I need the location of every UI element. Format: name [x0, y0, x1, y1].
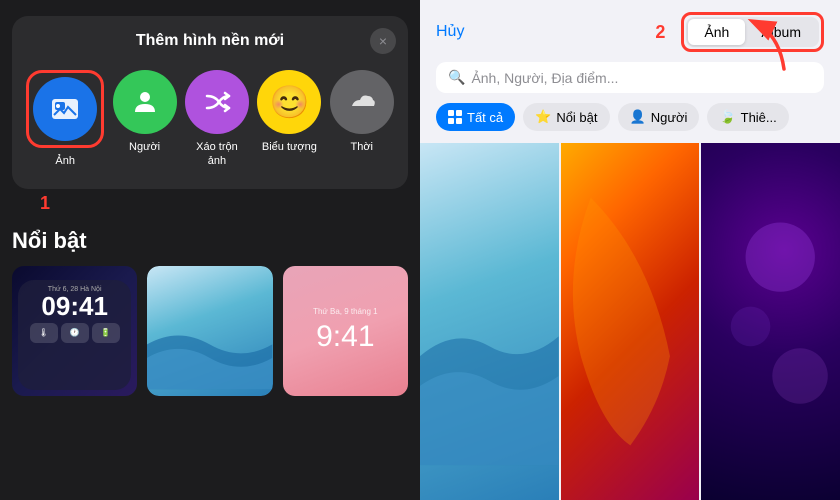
- icon-row: Ảnh Người: [24, 70, 396, 169]
- photo-grid: [420, 143, 840, 500]
- icon-item-thoi[interactable]: Thời: [330, 70, 394, 169]
- wallpaper-dark[interactable]: Thứ 6, 28 Hà Nội 09:41 🌡 🕐 🔋: [12, 266, 137, 396]
- thoi-icon-circle: [330, 70, 394, 134]
- photo-blue-wave[interactable]: [420, 143, 559, 500]
- star-icon: ⭐: [535, 109, 551, 125]
- pink-time: 9:41: [316, 320, 374, 354]
- anh-icon-circle: [33, 77, 97, 141]
- step2-label: 2: [655, 22, 665, 43]
- icon-item-bieu-tuong[interactable]: 😊 Biểu tượng: [257, 70, 321, 169]
- icon-item-nguoi[interactable]: Người: [113, 70, 177, 169]
- wallpaper-row: Thứ 6, 28 Hà Nội 09:41 🌡 🕐 🔋: [12, 266, 408, 396]
- add-wallpaper-modal: Thêm hình nền mới × Ảnh: [12, 16, 408, 189]
- xao-tron-label: Xáo trộnảnh: [196, 140, 238, 169]
- filter-noi-bat[interactable]: ⭐ Nổi bật: [523, 103, 609, 131]
- modal-title: Thêm hình nền mới: [24, 32, 396, 50]
- thoi-label: Thời: [351, 140, 374, 154]
- anh-label: Ảnh: [55, 154, 75, 168]
- phone-screen-dark: Thứ 6, 28 Hà Nội 09:41 🌡 🕐 🔋: [18, 280, 131, 390]
- filter-nguoi[interactable]: 👤 Người: [618, 103, 700, 131]
- noibat-section: Nổi bật Thứ 6, 28 Hà Nội 09:41 🌡 🕐 🔋: [12, 228, 408, 396]
- icon-item-xao-tron[interactable]: Xáo trộnảnh: [185, 70, 249, 169]
- filter-thien-label: Thiê...: [741, 110, 777, 125]
- noibat-title: Nổi bật: [12, 228, 408, 254]
- photo-orange-red[interactable]: [561, 143, 700, 500]
- filter-thien[interactable]: 🍃 Thiê...: [707, 103, 788, 131]
- filter-noi-bat-label: Nổi bật: [556, 110, 597, 125]
- photo-col-1: [420, 143, 559, 500]
- cancel-button[interactable]: Hủy: [436, 23, 464, 41]
- dark-widgets: 🌡 🕐 🔋: [30, 323, 120, 343]
- filter-row: Tất cả ⭐ Nổi bật 👤 Người 🍃 Thiê...: [436, 103, 824, 135]
- person-icon: 👤: [630, 109, 646, 125]
- right-panel: Hủy 2 Ảnh Album: [420, 0, 840, 500]
- dark-time: 09:41: [41, 293, 108, 319]
- wallpaper-blue-wave[interactable]: [147, 266, 272, 396]
- photo-col-3: [701, 143, 840, 500]
- photo-dark-bokeh[interactable]: [701, 143, 840, 500]
- nguoi-label: Người: [129, 140, 160, 154]
- search-placeholder: Ảnh, Người, Địa điểm...: [471, 70, 618, 86]
- left-panel: Thêm hình nền mới × Ảnh: [0, 0, 420, 500]
- right-header: Hủy 2 Ảnh Album: [420, 0, 840, 143]
- modal-close-button[interactable]: ×: [370, 28, 396, 54]
- xao-tron-icon-circle: [185, 70, 249, 134]
- leaf-icon: 🍃: [719, 109, 735, 125]
- icon-item-anh[interactable]: Ảnh: [26, 70, 104, 169]
- pink-date: Thứ Ba, 9 tháng 1: [313, 307, 378, 316]
- filter-tat-ca-label: Tất cả: [467, 110, 503, 125]
- step1-label: 1: [40, 193, 50, 213]
- wallpaper-pink[interactable]: Thứ Ba, 9 tháng 1 9:41: [283, 266, 408, 396]
- filter-nguoi-label: Người: [651, 110, 688, 125]
- photo-col-2: [561, 143, 700, 500]
- bieu-tuong-label: Biểu tượng: [262, 140, 317, 154]
- bieu-tuong-icon-circle: 😊: [257, 70, 321, 134]
- filter-tat-ca[interactable]: Tất cả: [436, 103, 515, 131]
- nguoi-icon-circle: [113, 70, 177, 134]
- search-icon: 🔍: [448, 69, 465, 86]
